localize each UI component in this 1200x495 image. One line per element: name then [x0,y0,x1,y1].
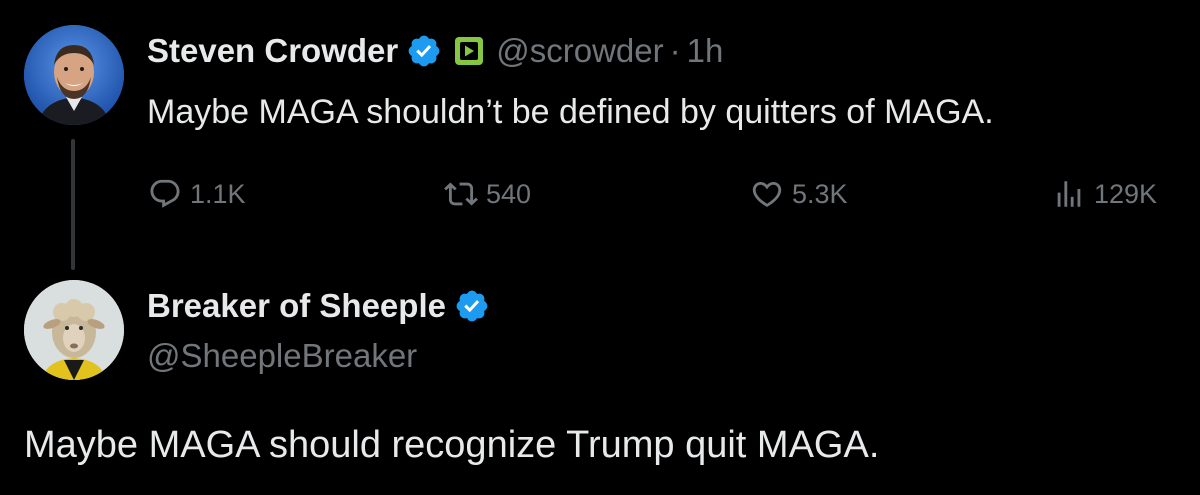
tweet1-handle[interactable]: @scrowder [496,32,663,70]
thread-connector-line [71,139,75,270]
rumble-icon[interactable] [454,36,484,66]
avatar-steven-crowder[interactable] [24,25,124,125]
like-button[interactable]: 5.3K [750,172,848,216]
reply-count: 1.1K [190,178,246,209]
separator-dot: · [669,32,681,69]
repost-button[interactable]: 540 [444,172,531,216]
avatar-image [24,280,124,380]
tweet2-handle[interactable]: @SheepleBreaker [147,337,417,375]
views-button[interactable]: 129K [1052,172,1157,216]
heart-icon [752,181,782,207]
tweet1-text: Maybe MAGA shouldn’t be defined by quitt… [147,93,994,131]
avatar-image [24,25,124,125]
like-count: 5.3K [792,178,848,209]
reply-button[interactable]: 1.1K [148,172,246,216]
tweet2-text: Maybe MAGA should recognize Trump quit M… [24,424,880,466]
tweet2-display-name[interactable]: Breaker of Sheeple [147,287,446,325]
verified-badge-icon[interactable] [454,288,490,324]
views-chart-icon [1057,181,1081,207]
tweet2-header: Breaker of Sheeple [147,284,490,328]
views-count: 129K [1094,178,1158,209]
tweet1-display-name[interactable]: Steven Crowder [147,32,398,70]
verified-badge-icon[interactable] [406,33,442,69]
reply-icon [150,179,180,208]
tweet1-header: Steven Crowder @scrowder · 1h [147,29,723,73]
tweet1-timestamp[interactable]: 1h [687,32,724,70]
avatar-breaker-of-sheeple[interactable] [24,280,124,380]
repost-icon [444,182,478,206]
repost-count: 540 [486,178,532,209]
